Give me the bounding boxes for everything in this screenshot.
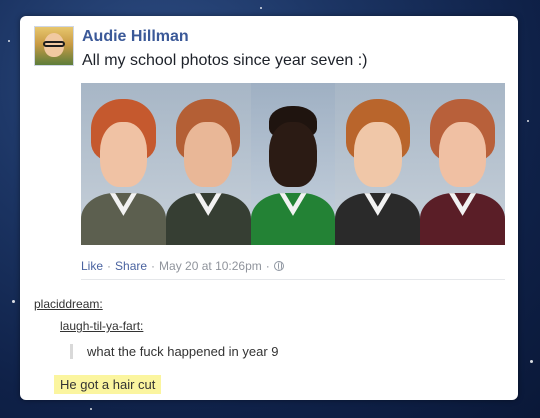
school-photo[interactable] [420, 83, 505, 245]
photo-head [438, 121, 487, 187]
avatar-glasses [43, 41, 65, 47]
post-text: All my school photos since year seven :) [82, 52, 368, 69]
photo-body [335, 193, 421, 245]
photo-strip[interactable] [81, 83, 505, 245]
background-star [530, 360, 533, 363]
photo-head [269, 121, 317, 187]
background-star [527, 120, 529, 122]
divider [81, 279, 505, 280]
school-photo[interactable] [335, 83, 421, 245]
like-link[interactable]: Like [81, 259, 103, 273]
globe-icon[interactable] [273, 261, 284, 271]
photo-body [165, 193, 251, 245]
separator: · [265, 259, 270, 273]
post-timestamp[interactable]: May 20 at 10:26pm [159, 259, 262, 273]
facebook-post-header: Audie Hillman All my school photos since… [34, 26, 504, 86]
separator: · [107, 259, 112, 273]
background-star [90, 408, 92, 410]
reblog-username[interactable]: laugh-til-ya-fart: [60, 319, 143, 333]
photo-body [420, 193, 505, 245]
reblog-comment: what the fuck happened in year 9 [70, 344, 279, 359]
background-star [8, 40, 10, 42]
photo-body [250, 193, 336, 245]
photo-head [184, 121, 232, 187]
photo-head [354, 121, 402, 187]
separator: · [151, 259, 156, 273]
school-photo[interactable] [250, 83, 336, 245]
reblog-reply: He got a hair cut [54, 375, 162, 394]
background-star [260, 7, 262, 9]
post-card: Audie Hillman All my school photos since… [20, 16, 518, 400]
post-actions: Like · Share · May 20 at 10:26pm · [81, 259, 284, 273]
reblog-username[interactable]: placiddream: [34, 297, 103, 311]
school-photo[interactable] [165, 83, 251, 245]
photo-body [81, 193, 166, 245]
share-link[interactable]: Share [115, 259, 147, 273]
post-author[interactable]: Audie Hillman [82, 28, 189, 46]
background-star [12, 300, 15, 303]
avatar[interactable] [34, 26, 74, 66]
photo-head [99, 121, 148, 187]
school-photo[interactable] [81, 83, 166, 245]
